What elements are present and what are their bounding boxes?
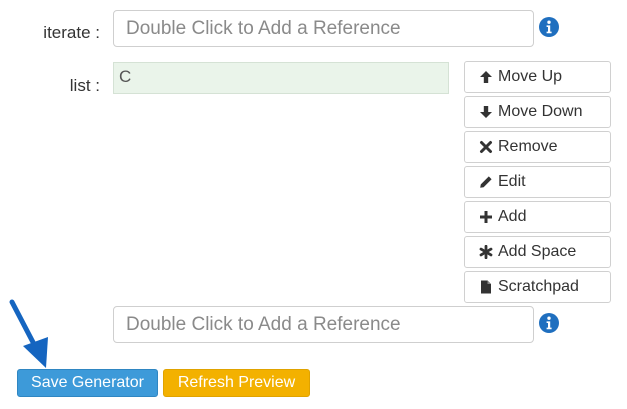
info-icon[interactable] — [539, 313, 559, 333]
new-list-item-reference-input[interactable] — [113, 306, 534, 343]
move-up-label: Move Up — [498, 68, 563, 85]
iterate-label: iterate : — [43, 23, 100, 42]
scratchpad-label: Scratchpad — [498, 278, 579, 295]
times-icon — [480, 141, 492, 153]
iterate-reference-input[interactable] — [113, 10, 534, 47]
add-button[interactable]: Add — [464, 201, 611, 233]
edit-button[interactable]: Edit — [464, 166, 611, 198]
arrow-up-icon — [480, 71, 492, 83]
move-down-button[interactable]: Move Down — [464, 96, 611, 128]
add-space-button[interactable]: Add Space — [464, 236, 611, 268]
plus-icon — [480, 211, 492, 223]
arrow-down-icon — [480, 106, 492, 118]
pencil-icon — [480, 176, 492, 188]
refresh-preview-button[interactable]: Refresh Preview — [163, 369, 310, 397]
remove-label: Remove — [498, 138, 558, 155]
move-up-button[interactable]: Move Up — [464, 61, 611, 93]
file-icon — [481, 280, 491, 294]
list-label: list : — [69, 76, 100, 95]
save-generator-button[interactable]: Save Generator — [17, 369, 158, 397]
list-item[interactable]: C — [119, 67, 131, 86]
add-space-label: Add Space — [498, 243, 577, 260]
remove-button[interactable]: Remove — [464, 131, 611, 163]
list-selection-box[interactable]: C — [113, 62, 449, 94]
asterisk-icon — [479, 245, 493, 259]
edit-label: Edit — [498, 173, 526, 190]
save-generator-label: Save Generator — [31, 374, 144, 391]
scratchpad-button[interactable]: Scratchpad — [464, 271, 611, 303]
annotation-arrow-icon — [9, 299, 48, 368]
add-label: Add — [498, 208, 527, 225]
refresh-preview-label: Refresh Preview — [177, 374, 296, 391]
move-down-label: Move Down — [498, 103, 583, 120]
info-icon[interactable] — [539, 17, 559, 37]
